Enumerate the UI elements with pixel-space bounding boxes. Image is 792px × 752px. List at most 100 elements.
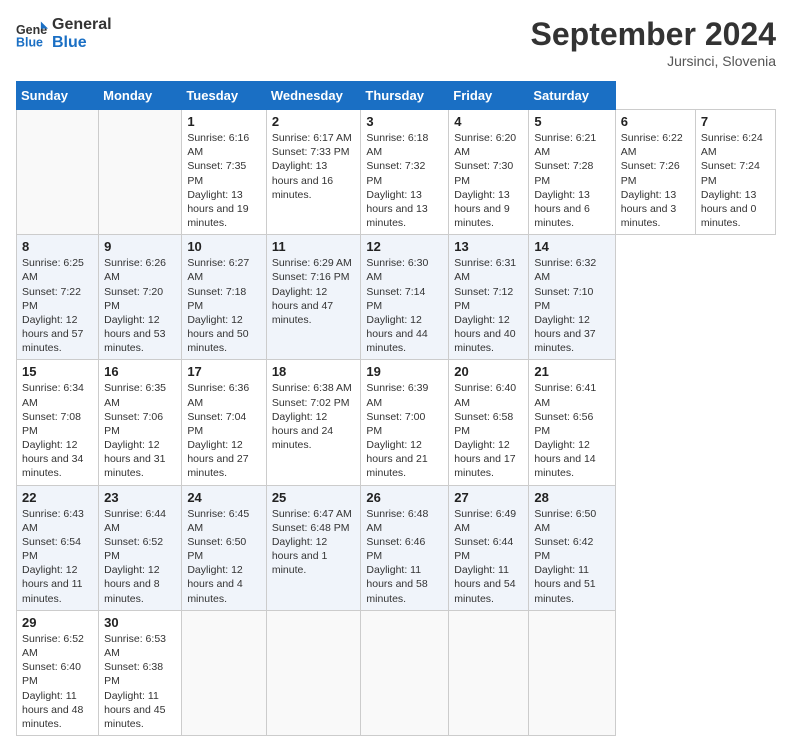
day-number: 23 [104,490,176,505]
col-header-wednesday: Wednesday [266,82,361,110]
day-info: Sunrise: 6:36 AM Sunset: 7:04 PM Dayligh… [187,381,261,480]
day-number: 18 [272,364,356,379]
day-info: Sunrise: 6:32 AM Sunset: 7:10 PM Dayligh… [534,256,609,355]
col-header-thursday: Thursday [361,82,449,110]
calendar-cell: 1 Sunrise: 6:16 AM Sunset: 7:35 PM Dayli… [182,110,267,235]
day-number: 30 [104,615,176,630]
calendar-cell: 3 Sunrise: 6:18 AM Sunset: 7:32 PM Dayli… [361,110,449,235]
col-header-tuesday: Tuesday [182,82,267,110]
calendar-cell: 15 Sunrise: 6:34 AM Sunset: 7:08 PM Dayl… [17,360,99,485]
logo-blue: Blue [52,34,112,52]
day-number: 10 [187,239,261,254]
calendar-cell: 8 Sunrise: 6:25 AM Sunset: 7:22 PM Dayli… [17,235,99,360]
calendar-cell [529,610,615,735]
calendar-cell: 9 Sunrise: 6:26 AM Sunset: 7:20 PM Dayli… [99,235,182,360]
day-number: 6 [621,114,690,129]
day-info: Sunrise: 6:44 AM Sunset: 6:52 PM Dayligh… [104,507,176,606]
calendar-cell: 22 Sunrise: 6:43 AM Sunset: 6:54 PM Dayl… [17,485,99,610]
calendar-cell: 4 Sunrise: 6:20 AM Sunset: 7:30 PM Dayli… [449,110,529,235]
day-number: 29 [22,615,93,630]
logo: General Blue General Blue [16,16,112,51]
calendar-cell: 10 Sunrise: 6:27 AM Sunset: 7:18 PM Dayl… [182,235,267,360]
day-info: Sunrise: 6:49 AM Sunset: 6:44 PM Dayligh… [454,507,523,606]
calendar-cell: 17 Sunrise: 6:36 AM Sunset: 7:04 PM Dayl… [182,360,267,485]
day-info: Sunrise: 6:43 AM Sunset: 6:54 PM Dayligh… [22,507,93,606]
day-info: Sunrise: 6:53 AM Sunset: 6:38 PM Dayligh… [104,632,176,731]
day-info: Sunrise: 6:47 AM Sunset: 6:48 PM Dayligh… [272,507,356,578]
day-info: Sunrise: 6:31 AM Sunset: 7:12 PM Dayligh… [454,256,523,355]
day-number: 25 [272,490,356,505]
day-info: Sunrise: 6:39 AM Sunset: 7:00 PM Dayligh… [366,381,443,480]
day-info: Sunrise: 6:18 AM Sunset: 7:32 PM Dayligh… [366,131,443,230]
day-number: 9 [104,239,176,254]
calendar-cell: 30 Sunrise: 6:53 AM Sunset: 6:38 PM Dayl… [99,610,182,735]
day-info: Sunrise: 6:34 AM Sunset: 7:08 PM Dayligh… [22,381,93,480]
day-number: 16 [104,364,176,379]
calendar-cell: 5 Sunrise: 6:21 AM Sunset: 7:28 PM Dayli… [529,110,615,235]
calendar-cell [361,610,449,735]
day-info: Sunrise: 6:22 AM Sunset: 7:26 PM Dayligh… [621,131,690,230]
day-info: Sunrise: 6:48 AM Sunset: 6:46 PM Dayligh… [366,507,443,606]
month-title: September 2024 [531,16,776,53]
calendar-cell [17,110,99,235]
calendar-cell [182,610,267,735]
week-row-2: 8 Sunrise: 6:25 AM Sunset: 7:22 PM Dayli… [17,235,776,360]
day-number: 13 [454,239,523,254]
calendar-cell: 26 Sunrise: 6:48 AM Sunset: 6:46 PM Dayl… [361,485,449,610]
day-info: Sunrise: 6:40 AM Sunset: 6:58 PM Dayligh… [454,381,523,480]
day-info: Sunrise: 6:17 AM Sunset: 7:33 PM Dayligh… [272,131,356,202]
day-number: 15 [22,364,93,379]
day-number: 1 [187,114,261,129]
day-number: 26 [366,490,443,505]
day-info: Sunrise: 6:38 AM Sunset: 7:02 PM Dayligh… [272,381,356,452]
day-number: 27 [454,490,523,505]
svg-text:Blue: Blue [16,35,43,49]
calendar-cell: 6 Sunrise: 6:22 AM Sunset: 7:26 PM Dayli… [615,110,695,235]
day-info: Sunrise: 6:25 AM Sunset: 7:22 PM Dayligh… [22,256,93,355]
calendar-cell: 29 Sunrise: 6:52 AM Sunset: 6:40 PM Dayl… [17,610,99,735]
week-row-5: 29 Sunrise: 6:52 AM Sunset: 6:40 PM Dayl… [17,610,776,735]
day-info: Sunrise: 6:21 AM Sunset: 7:28 PM Dayligh… [534,131,609,230]
calendar-cell [449,610,529,735]
col-header-monday: Monday [99,82,182,110]
calendar-cell: 14 Sunrise: 6:32 AM Sunset: 7:10 PM Dayl… [529,235,615,360]
calendar-cell: 25 Sunrise: 6:47 AM Sunset: 6:48 PM Dayl… [266,485,361,610]
calendar-cell: 28 Sunrise: 6:50 AM Sunset: 6:42 PM Dayl… [529,485,615,610]
calendar-cell: 2 Sunrise: 6:17 AM Sunset: 7:33 PM Dayli… [266,110,361,235]
calendar-cell [99,110,182,235]
day-info: Sunrise: 6:27 AM Sunset: 7:18 PM Dayligh… [187,256,261,355]
day-info: Sunrise: 6:29 AM Sunset: 7:16 PM Dayligh… [272,256,356,327]
calendar-cell: 23 Sunrise: 6:44 AM Sunset: 6:52 PM Dayl… [99,485,182,610]
day-info: Sunrise: 6:52 AM Sunset: 6:40 PM Dayligh… [22,632,93,731]
logo-general: General [52,16,112,34]
week-row-1: 1 Sunrise: 6:16 AM Sunset: 7:35 PM Dayli… [17,110,776,235]
title-block: September 2024 Jursinci, Slovenia [531,16,776,69]
logo-icon: General Blue [16,18,48,50]
day-info: Sunrise: 6:30 AM Sunset: 7:14 PM Dayligh… [366,256,443,355]
day-number: 21 [534,364,609,379]
day-number: 8 [22,239,93,254]
calendar-cell: 19 Sunrise: 6:39 AM Sunset: 7:00 PM Dayl… [361,360,449,485]
day-number: 19 [366,364,443,379]
calendar-cell: 27 Sunrise: 6:49 AM Sunset: 6:44 PM Dayl… [449,485,529,610]
day-number: 22 [22,490,93,505]
day-info: Sunrise: 6:26 AM Sunset: 7:20 PM Dayligh… [104,256,176,355]
day-info: Sunrise: 6:50 AM Sunset: 6:42 PM Dayligh… [534,507,609,606]
calendar-cell: 12 Sunrise: 6:30 AM Sunset: 7:14 PM Dayl… [361,235,449,360]
calendar-cell: 21 Sunrise: 6:41 AM Sunset: 6:56 PM Dayl… [529,360,615,485]
calendar-cell [266,610,361,735]
calendar-cell: 18 Sunrise: 6:38 AM Sunset: 7:02 PM Dayl… [266,360,361,485]
day-info: Sunrise: 6:20 AM Sunset: 7:30 PM Dayligh… [454,131,523,230]
day-number: 2 [272,114,356,129]
day-number: 3 [366,114,443,129]
location: Jursinci, Slovenia [531,53,776,69]
day-number: 17 [187,364,261,379]
calendar-cell: 24 Sunrise: 6:45 AM Sunset: 6:50 PM Dayl… [182,485,267,610]
week-row-3: 15 Sunrise: 6:34 AM Sunset: 7:08 PM Dayl… [17,360,776,485]
day-number: 5 [534,114,609,129]
day-info: Sunrise: 6:16 AM Sunset: 7:35 PM Dayligh… [187,131,261,230]
day-info: Sunrise: 6:41 AM Sunset: 6:56 PM Dayligh… [534,381,609,480]
day-number: 20 [454,364,523,379]
calendar-cell: 16 Sunrise: 6:35 AM Sunset: 7:06 PM Dayl… [99,360,182,485]
col-header-friday: Friday [449,82,529,110]
